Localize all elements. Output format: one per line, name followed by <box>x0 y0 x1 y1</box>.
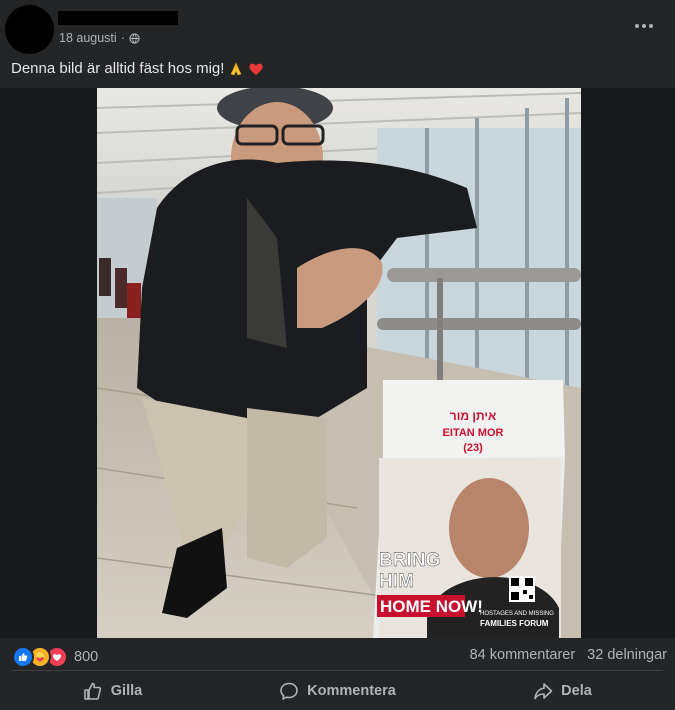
actions-divider <box>12 670 663 671</box>
qr-code-icon <box>509 576 535 602</box>
sign-name: EITAN MOR <box>443 427 504 439</box>
meta-separator: · <box>120 31 125 45</box>
share-icon <box>534 683 553 700</box>
more-options-button[interactable] <box>628 14 660 38</box>
sign-hebrew-name: איתן מור <box>450 409 496 423</box>
sign-home-now: HOME NOW! <box>380 597 483 616</box>
share-button[interactable]: Dela <box>450 672 675 710</box>
sign-org-line1: HOSTAGES AND MISSING <box>480 611 554 617</box>
sign-age: (23) <box>463 442 483 454</box>
like-label: Gilla <box>110 683 143 699</box>
caption-text: Denna bild är alltid fäst hos mig! <box>11 60 225 77</box>
reaction-stats: 800 84 kommentarer 32 delningar <box>0 640 675 670</box>
post-meta: 18 augusti · <box>59 31 140 45</box>
reactions-summary[interactable]: 800 <box>12 646 98 668</box>
more-dots-icon <box>635 24 639 28</box>
sign-org-line2: FAMILIES FORUM <box>480 619 549 628</box>
author-avatar[interactable] <box>5 5 54 54</box>
red-heart-icon <box>248 61 264 77</box>
sign-him: HIM <box>379 571 414 592</box>
photo-container: איתן מור EITAN MOR (23) BRING HIM HOME N… <box>0 88 675 638</box>
post-date[interactable]: 18 augusti <box>59 31 117 45</box>
like-icon <box>12 646 34 668</box>
comments-count[interactable]: 84 kommentarer <box>470 647 576 663</box>
author-name-redacted[interactable] <box>58 11 178 25</box>
share-label: Dela <box>561 683 592 699</box>
post-caption: Denna bild är alltid fäst hos mig! <box>11 60 264 77</box>
comment-icon <box>280 682 298 700</box>
globe-icon <box>129 32 140 44</box>
facebook-post: 18 augusti · Denna bild är alltid fäst h… <box>0 0 675 710</box>
shares-count[interactable]: 32 delningar <box>587 647 667 663</box>
comment-button[interactable]: Kommentera <box>225 672 450 710</box>
like-button[interactable]: Gilla <box>0 672 225 710</box>
thumbs-up-icon <box>83 682 101 700</box>
sign-bring: BRING <box>379 550 440 571</box>
reaction-count: 800 <box>74 649 99 665</box>
folded-hands-icon <box>228 61 244 77</box>
post-actions: Gilla Kommentera Dela <box>0 672 675 710</box>
post-photo[interactable]: איתן מור EITAN MOR (23) BRING HIM HOME N… <box>97 88 581 638</box>
engagement-counts: 84 kommentarer 32 delningar <box>470 647 667 663</box>
comment-label: Kommentera <box>307 683 396 699</box>
